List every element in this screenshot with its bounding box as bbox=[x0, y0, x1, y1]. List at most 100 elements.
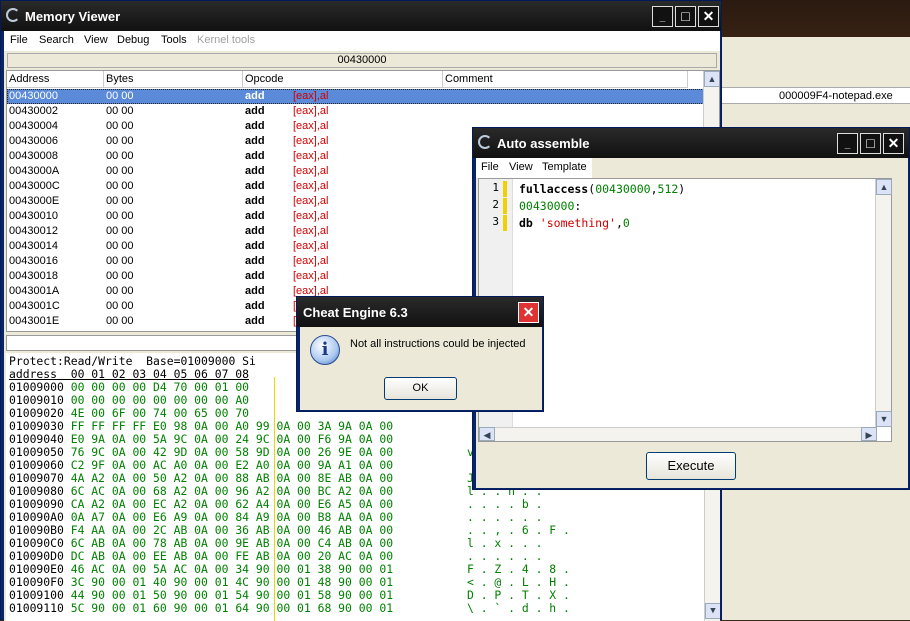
row-address: 0043001E bbox=[9, 315, 60, 327]
row-opcode: add bbox=[245, 270, 265, 282]
code-line[interactable]: fullaccess(00430000,512) bbox=[519, 181, 685, 197]
scroll-up-icon[interactable]: ▲ bbox=[704, 71, 719, 87]
ok-button[interactable]: OK bbox=[384, 377, 457, 400]
cheat-engine-icon bbox=[478, 135, 492, 149]
scroll-up-icon[interactable]: ▲ bbox=[876, 179, 892, 195]
menubar: File View Template bbox=[476, 158, 592, 178]
row-bytes: 00 00 bbox=[106, 195, 134, 207]
row-bytes: 00 00 bbox=[106, 270, 134, 282]
menu-view[interactable]: View bbox=[84, 34, 108, 46]
column-bytes[interactable]: Bytes bbox=[104, 71, 243, 88]
row-operands: [eax],al bbox=[293, 255, 329, 267]
row-address: 0043001A bbox=[9, 285, 60, 297]
hex-address: 01009050 bbox=[9, 445, 64, 459]
disassembly-row[interactable]: 00430000 00 00 add [eax],al bbox=[7, 89, 704, 104]
hex-bytes: 44 90 00 01 50 90 00 01 54 90 00 01 58 9… bbox=[70, 588, 394, 602]
auto-assemble-titlebar[interactable]: Auto assemble _ □ ✕ bbox=[473, 128, 909, 158]
row-operands: [eax],al bbox=[293, 240, 329, 252]
hex-bytes: F4 AA 0A 00 2C AB 0A 00 36 AB 0A 00 46 A… bbox=[70, 523, 394, 537]
row-operands: [eax],al bbox=[293, 195, 329, 207]
disassembly-row[interactable]: 00430002 00 00 add [eax],al bbox=[7, 104, 704, 119]
address-bar[interactable]: 00430000 bbox=[7, 53, 717, 68]
row-address: 00430016 bbox=[9, 255, 58, 267]
editor-horizontal-scrollbar[interactable]: ◀ ▶ bbox=[479, 427, 877, 441]
row-opcode: add bbox=[245, 120, 265, 132]
hex-address: 010090D0 bbox=[9, 549, 64, 563]
row-address: 00430004 bbox=[9, 120, 58, 132]
hex-bytes: 6C AB 0A 00 78 AB 0A 00 9E AB 0A 00 C4 A… bbox=[70, 536, 394, 550]
row-opcode: add bbox=[245, 210, 265, 222]
close-button[interactable]: ✕ bbox=[698, 6, 719, 27]
menu-kernel-tools[interactable]: Kernel tools bbox=[197, 34, 255, 46]
info-icon: i bbox=[310, 335, 340, 365]
row-address: 00430010 bbox=[9, 210, 58, 222]
menu-debug[interactable]: Debug bbox=[117, 34, 149, 46]
punct: ) bbox=[678, 182, 686, 196]
row-bytes: 00 00 bbox=[106, 210, 134, 222]
menu-tools[interactable]: Tools bbox=[161, 34, 187, 46]
scroll-down-icon[interactable]: ▼ bbox=[876, 411, 892, 427]
maximize-button[interactable]: □ bbox=[860, 133, 881, 154]
row-bytes: 00 00 bbox=[106, 180, 134, 192]
menu-search[interactable]: Search bbox=[39, 34, 74, 46]
column-comment[interactable]: Comment bbox=[443, 71, 688, 88]
dialog-client: i Not all instructions could be injected… bbox=[300, 327, 542, 410]
memory-viewer-titlebar[interactable]: Memory Viewer _ □ ✕ bbox=[1, 1, 721, 31]
row-bytes: 00 00 bbox=[106, 120, 134, 132]
hex-chars: \ . ` . d . h . bbox=[467, 601, 570, 615]
close-button[interactable]: ✕ bbox=[518, 302, 539, 323]
row-operands: [eax],al bbox=[293, 270, 329, 282]
minimize-button[interactable]: _ bbox=[837, 133, 858, 154]
hex-bytes: E0 9A 0A 00 5A 9C 0A 00 24 9C 0A 00 F6 9… bbox=[70, 432, 394, 446]
scroll-down-icon[interactable]: ▼ bbox=[705, 603, 720, 619]
code-line[interactable]: db 'something',0 bbox=[519, 215, 630, 231]
column-address[interactable]: Address bbox=[7, 71, 104, 88]
row-bytes: 00 00 bbox=[106, 240, 134, 252]
row-opcode: add bbox=[245, 150, 265, 162]
hex-address: 010090F0 bbox=[9, 575, 64, 589]
hex-address: 01009100 bbox=[9, 588, 64, 602]
hex-bytes: 76 9C 0A 00 42 9D 0A 00 58 9D 0A 00 26 9… bbox=[70, 445, 394, 459]
hex-bytes: 4E 00 6F 00 74 00 65 00 70 bbox=[70, 406, 250, 420]
maximize-button[interactable]: □ bbox=[675, 6, 696, 27]
code-line[interactable]: 00430000: bbox=[519, 198, 581, 214]
column-opcode[interactable]: Opcode bbox=[243, 71, 443, 88]
menu-file[interactable]: File bbox=[481, 161, 499, 173]
scroll-left-icon[interactable]: ◀ bbox=[479, 427, 495, 441]
hex-address: 01009000 bbox=[9, 380, 64, 394]
row-bytes: 00 00 bbox=[106, 105, 134, 117]
line-modified-marker bbox=[503, 215, 507, 231]
dialog-titlebar[interactable]: Cheat Engine 6.3 ✕ bbox=[297, 297, 543, 327]
row-address: 00430008 bbox=[9, 150, 58, 162]
number: 512 bbox=[657, 182, 679, 196]
hex-address: 01009040 bbox=[9, 432, 64, 446]
row-opcode: add bbox=[245, 105, 265, 117]
execute-button[interactable]: Execute bbox=[646, 452, 736, 480]
hex-row[interactable]: 01009110 5C 90 00 01 60 90 00 01 64 90 0… bbox=[9, 602, 570, 615]
hex-bytes: DC AB 0A 00 EE AB 0A 00 FE AB 0A 00 20 A… bbox=[70, 549, 394, 563]
menu-template[interactable]: Template bbox=[542, 161, 587, 173]
hex-bytes: 00 00 00 00 00 00 00 00 A0 bbox=[70, 393, 250, 407]
close-button[interactable]: ✕ bbox=[883, 133, 904, 154]
hex-address: 01009020 bbox=[9, 406, 64, 420]
hex-address: 01009010 bbox=[9, 393, 64, 407]
process-label: 000009F4-notepad.exe bbox=[779, 90, 893, 102]
dialog-title: Cheat Engine 6.3 bbox=[303, 305, 408, 320]
row-address: 00430014 bbox=[9, 240, 58, 252]
row-opcode: add bbox=[245, 315, 265, 327]
window-title: Auto assemble bbox=[497, 136, 590, 151]
row-operands: [eax],al bbox=[293, 135, 329, 147]
process-field[interactable]: 000009F4-notepad.exe bbox=[719, 87, 910, 104]
row-bytes: 00 00 bbox=[106, 315, 134, 327]
editor-vertical-scrollbar[interactable]: ▲ ▼ bbox=[875, 179, 892, 427]
menu-view[interactable]: View bbox=[509, 161, 533, 173]
hex-bytes: 4A A2 0A 00 50 A2 0A 00 88 AB 0A 00 8E A… bbox=[70, 471, 394, 485]
menu-file[interactable]: File bbox=[10, 34, 28, 46]
scroll-right-icon[interactable]: ▶ bbox=[861, 427, 877, 441]
row-opcode: add bbox=[245, 225, 265, 237]
number: 00430000 bbox=[595, 182, 651, 196]
punct: , bbox=[650, 182, 658, 196]
row-bytes: 00 00 bbox=[106, 285, 134, 297]
minimize-button[interactable]: _ bbox=[652, 6, 673, 27]
hex-address: 010090C0 bbox=[9, 536, 64, 550]
